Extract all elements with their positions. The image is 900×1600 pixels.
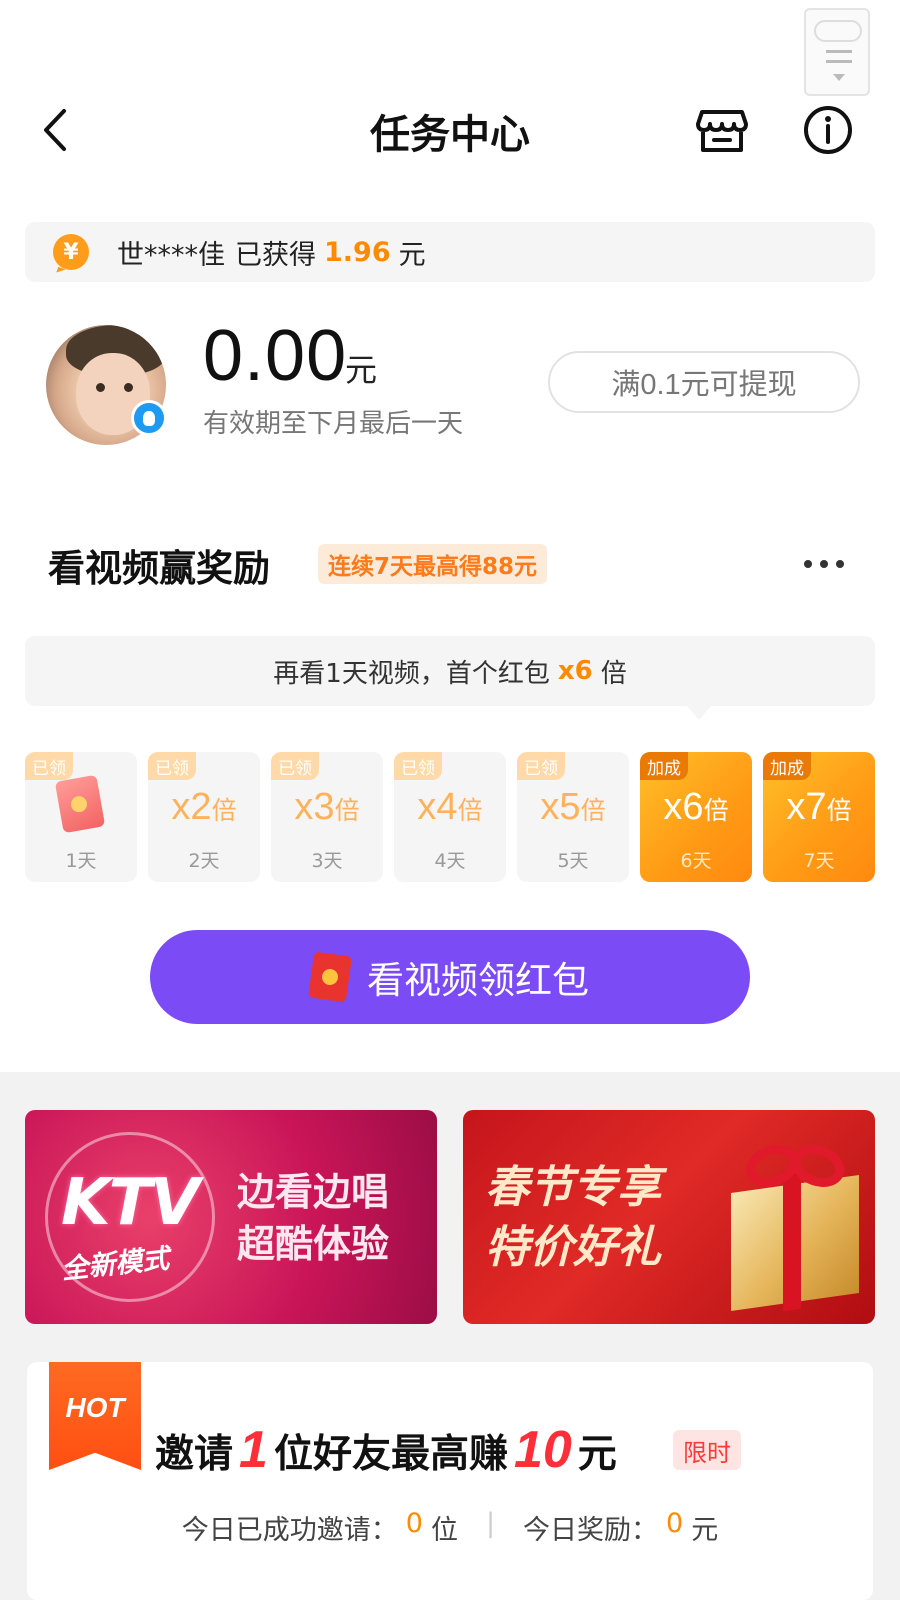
- more-button[interactable]: [804, 560, 844, 570]
- balance-section: 0.00 元 有效期至下月最后一天 满0.1元可提现: [0, 315, 900, 455]
- watch-video-button[interactable]: 看视频领红包: [150, 930, 750, 1024]
- header-bar: 任务中心: [0, 80, 900, 180]
- tip-multiplier: x6: [557, 656, 593, 686]
- spring-festival-banner[interactable]: 春节专享 特价好礼: [463, 1110, 875, 1324]
- day-multiplier: x4倍: [417, 786, 483, 828]
- reward-label: 今日奖励：: [523, 1515, 659, 1546]
- avatar-eye: [124, 383, 133, 392]
- red-envelope-icon: [54, 774, 106, 834]
- reward-tag: 连续7天最高得88元: [318, 544, 548, 584]
- day-multiplier: x3倍: [294, 786, 360, 828]
- day-label: 3天: [311, 850, 343, 872]
- ktv-slogan: 边看边唱 超酷体验: [237, 1166, 389, 1270]
- hot-badge: HOT: [49, 1362, 141, 1470]
- tip-prefix: 再看1天视频，首个红包: [273, 658, 550, 689]
- day-label: 4天: [434, 850, 466, 872]
- page-title: 任务中心: [370, 112, 530, 158]
- menu-bar: [826, 60, 852, 63]
- reward-unit: 元: [691, 1515, 719, 1546]
- day-multiplier: x7倍: [786, 786, 852, 828]
- day-rewards-row: 已领 1天 已领 x2倍 2天 已领 x3倍 3天 已领 x4倍 4天 已领 x…: [25, 752, 875, 882]
- day-multiplier: x5倍: [540, 786, 606, 828]
- day-badge: 已领: [517, 752, 565, 780]
- ktv-logo: KTV: [61, 1166, 200, 1240]
- invited-label: 今日已成功邀请：: [181, 1515, 398, 1546]
- notice-amount: 1.96: [324, 236, 391, 268]
- spring-slogan-line: 特价好礼: [485, 1222, 661, 1273]
- invite-stats: 今日已成功邀请： 0 位 | 今日奖励： 0 元: [27, 1508, 873, 1547]
- invited-unit: 位: [430, 1515, 458, 1546]
- day-badge: 已领: [394, 752, 442, 780]
- more-dot: [836, 560, 844, 568]
- day-badge: 已领: [271, 752, 319, 780]
- watch-video-label: 看视频领红包: [367, 959, 589, 1002]
- invite-title: 邀请 1 位好友最高赚 10 元: [155, 1421, 617, 1479]
- day-label: 1天: [65, 850, 97, 872]
- menu-bar: [826, 50, 852, 53]
- notice-user: 世****佳: [117, 239, 225, 271]
- more-dot: [820, 560, 828, 568]
- info-button[interactable]: [800, 102, 856, 158]
- invite-card[interactable]: HOT 邀请 1 位好友最高赚 10 元 限时 今日已成功邀请： 0 位 | 今…: [27, 1362, 873, 1600]
- day-label: 6天: [680, 850, 712, 872]
- day-card-6[interactable]: 加成 x6倍 6天: [640, 752, 752, 882]
- ktv-slogan-line: 边看边唱: [237, 1170, 390, 1214]
- balance-value: 0.00: [203, 316, 348, 396]
- day-card-3[interactable]: 已领 x3倍 3天: [271, 752, 383, 882]
- tip-pointer: [687, 706, 711, 720]
- day-card-4[interactable]: 已领 x4倍 4天: [394, 752, 506, 882]
- spring-slogan-line: 春节专享: [485, 1162, 661, 1213]
- day-label: 2天: [188, 850, 220, 872]
- day-card-2[interactable]: 已领 x2倍 2天: [148, 752, 260, 882]
- day-label: 7天: [803, 850, 835, 872]
- day-badge: 加成: [640, 752, 688, 780]
- store-button[interactable]: [694, 102, 750, 158]
- progress-tip: 再看1天视频，首个红包 x6 倍: [25, 636, 875, 706]
- battery-icon: [814, 20, 862, 42]
- gift-ribbon: [783, 1168, 801, 1312]
- notice-text: 已获得: [235, 239, 316, 271]
- qq-badge-icon: [131, 400, 167, 436]
- day-card-7[interactable]: 加成 x7倍 7天: [763, 752, 875, 882]
- coin-icon: ¥: [53, 234, 89, 270]
- stats-divider: |: [485, 1508, 496, 1539]
- day-label: 5天: [557, 850, 589, 872]
- tip-suffix: 倍: [600, 658, 627, 689]
- day-badge: 已领: [148, 752, 196, 780]
- day-card-5[interactable]: 已领 x5倍 5天: [517, 752, 629, 882]
- spring-slogan: 春节专享 特价好礼: [485, 1158, 661, 1278]
- limited-time-badge: 限时: [673, 1430, 741, 1470]
- more-dot: [804, 560, 812, 568]
- info-icon: [804, 106, 852, 154]
- store-icon: [696, 110, 748, 152]
- day-multiplier: x2倍: [171, 786, 237, 828]
- balance-unit: 元: [345, 351, 378, 389]
- day-multiplier: x6倍: [663, 786, 729, 828]
- invited-count: 0: [405, 1508, 423, 1539]
- day-badge: 已领: [25, 752, 73, 780]
- day-card-1[interactable]: 已领 1天: [25, 752, 137, 882]
- ktv-banner[interactable]: KTV 全新模式 边看边唱 超酷体验: [25, 1110, 437, 1324]
- section-title: 看视频赢奖励: [48, 547, 270, 590]
- red-envelope-icon: [307, 951, 353, 1003]
- ktv-slogan-line: 超酷体验: [237, 1222, 390, 1266]
- reward-today: 0: [666, 1508, 684, 1539]
- video-task-header: 看视频赢奖励 连续7天最高得88元: [0, 532, 900, 592]
- avatar-eye: [96, 383, 105, 392]
- validity-text: 有效期至下月最后一天: [203, 409, 464, 439]
- withdraw-button[interactable]: 满0.1元可提现: [548, 351, 860, 413]
- notice-unit: 元: [398, 239, 426, 271]
- day-badge: 加成: [763, 752, 811, 780]
- earning-notice: ¥ 世****佳 已获得 1.96 元: [25, 222, 875, 282]
